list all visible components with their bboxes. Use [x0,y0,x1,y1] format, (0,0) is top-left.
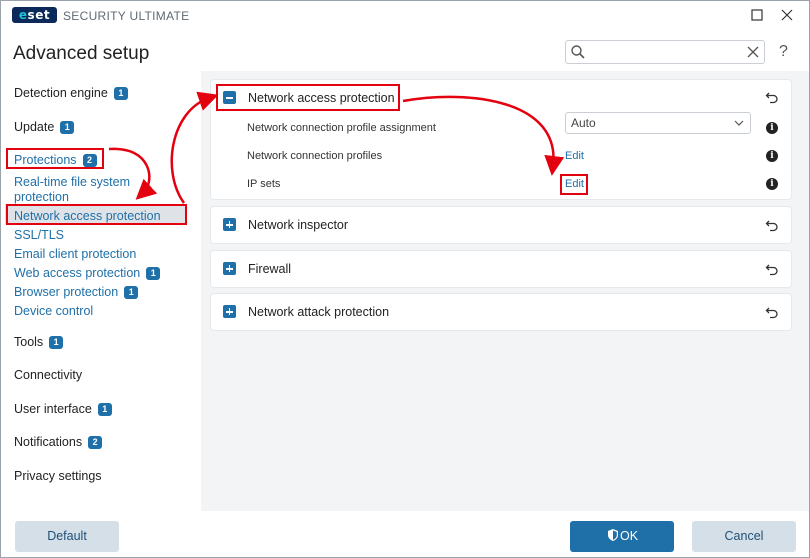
sidebar-item-update[interactable]: Update 1 [14,120,75,134]
sidebar-item-label: Privacy settings [14,469,102,483]
help-button[interactable]: ? [779,43,788,61]
sidebar-item-notifications[interactable]: Notifications 2 [14,435,103,449]
count-badge: 2 [88,436,103,449]
sidebar-item-label: Update [14,120,55,134]
count-badge: 1 [97,403,112,416]
panel-title: Network inspector [248,218,349,232]
sidebar-item-label: Browser protection [14,285,119,299]
highlight-edit-ip-sets [560,174,588,195]
sidebar-item-privacy-settings[interactable]: Privacy settings [14,469,102,483]
expand-icon[interactable] [223,262,236,275]
sidebar-item-label: Email client protection [14,247,137,261]
app-window: eset SECURITY ULTIMATE Advanced setup ? … [0,0,810,558]
dropdown-value: Auto [571,116,596,130]
ok-button[interactable]: OK [570,521,674,552]
close-window-button[interactable] [776,5,798,25]
page-title: Advanced setup [13,43,150,64]
count-badge: 1 [113,87,128,100]
search-input[interactable] [588,43,738,61]
maximize-icon [751,9,763,21]
sidebar-item-connectivity[interactable]: Connectivity [14,368,82,382]
title-bar: eset SECURITY ULTIMATE [1,1,809,31]
highlight-panel-title [216,84,400,111]
chevron-down-icon [734,120,744,126]
shield-icon [607,529,618,541]
ok-button-label: OK [619,529,639,543]
sidebar-item-label: Tools [14,335,44,349]
info-icon[interactable]: i [766,178,778,190]
sidebar-item-label: Web access protection [14,266,141,280]
sidebar-item-label: protection [14,190,69,204]
revert-icon[interactable] [765,218,779,232]
highlight-network-access-protection [6,204,187,225]
revert-icon[interactable] [765,305,779,319]
panel-network-inspector[interactable]: Network inspector [211,207,791,243]
setting-label-connection-profiles: Network connection profiles [247,150,383,162]
count-badge: 1 [146,267,161,280]
sidebar-item-label: Device control [14,304,94,318]
sidebar-item-ssl-tls[interactable]: SSL/TLS [14,228,64,242]
sidebar-item-label: SSL/TLS [14,228,65,242]
sidebar-item-label: Detection engine [14,86,108,100]
setting-label-profile-assignment: Network connection profile assignment [247,122,436,134]
maximize-button[interactable] [746,5,768,25]
sidebar-item-label: Connectivity [14,368,83,382]
search-icon [571,45,585,59]
expand-icon[interactable] [223,305,236,318]
close-icon [781,9,793,21]
revert-icon[interactable] [765,262,779,276]
default-button[interactable]: Default [15,521,119,552]
revert-icon[interactable] [765,90,779,104]
info-icon[interactable]: i [766,122,778,134]
profile-assignment-dropdown[interactable]: Auto [565,112,751,134]
highlight-protections [6,148,104,169]
sidebar-item-detection-engine[interactable]: Detection engine 1 [14,86,128,100]
eset-logo: eset [12,7,57,23]
count-badge: 1 [124,286,139,299]
panel-title: Network attack protection [248,305,390,319]
count-badge: 1 [49,336,64,349]
sidebar-item-device-control[interactable]: Device control [14,304,93,318]
setting-label-ip-sets: IP sets [247,178,281,190]
sidebar-item-web-access-protection[interactable]: Web access protection 1 [14,266,161,280]
clear-search-icon[interactable] [746,45,760,59]
sidebar-item-user-interface[interactable]: User interface 1 [14,402,112,416]
count-badge: 1 [60,121,75,134]
panel-title: Firewall [248,262,292,276]
cancel-button[interactable]: Cancel [692,521,796,552]
sidebar-item-label: User interface [14,402,92,416]
sidebar-item-realtime-file-system-protection-line2[interactable]: protection [14,190,69,204]
edit-connection-profiles-link[interactable]: Edit [565,150,584,162]
search-box[interactable] [565,40,765,64]
panel-network-attack-protection[interactable]: Network attack protection [211,294,791,330]
sidebar-item-browser-protection[interactable]: Browser protection 1 [14,285,139,299]
expand-icon[interactable] [223,218,236,231]
sidebar-item-realtime-file-system-protection[interactable]: Real-time file system [14,175,130,189]
sidebar-item-email-client-protection[interactable]: Email client protection [14,247,136,261]
info-icon[interactable]: i [766,150,778,162]
sidebar-item-tools[interactable]: Tools 1 [14,335,64,349]
sidebar-item-label: Notifications [14,435,83,449]
sidebar-item-label: Real-time file system [14,175,130,189]
app-title: SECURITY ULTIMATE [63,9,190,23]
panel-firewall[interactable]: Firewall [211,251,791,287]
